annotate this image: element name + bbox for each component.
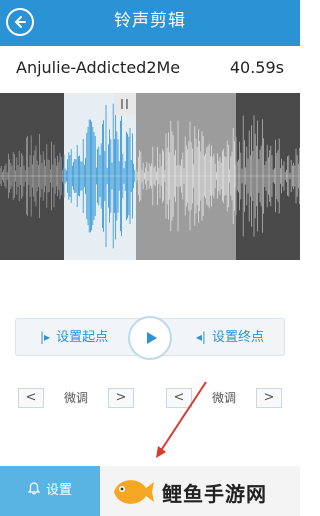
waveform-editor[interactable] bbox=[0, 93, 300, 260]
set-start-button[interactable]: |▸ 设置起点 bbox=[40, 319, 108, 355]
fine-tune-start-prev-button[interactable]: < bbox=[18, 388, 44, 408]
bell-icon bbox=[27, 466, 41, 516]
set-start-icon: |▸ bbox=[40, 330, 51, 344]
waveform bbox=[0, 93, 300, 260]
fish-logo-icon bbox=[114, 480, 154, 504]
settings-button[interactable]: 设置 bbox=[0, 466, 100, 516]
page-title: 铃声剪辑 bbox=[114, 11, 186, 31]
set-start-label: 设置起点 bbox=[56, 330, 109, 345]
song-info-row: Anjulie-Addicted2Me 40.59s bbox=[0, 46, 300, 93]
settings-label: 设置 bbox=[45, 483, 72, 498]
bottom-bar: 设置 鲤鱼手游网 bbox=[0, 466, 300, 516]
watermark-text: 鲤鱼手游网 bbox=[162, 482, 267, 506]
set-end-icon: ◂| bbox=[195, 330, 206, 344]
fine-tune-end-prev-button[interactable]: < bbox=[166, 388, 192, 408]
set-end-button[interactable]: ◂| 设置终点 bbox=[196, 319, 264, 355]
play-button[interactable] bbox=[128, 316, 172, 360]
set-end-label: 设置终点 bbox=[211, 330, 264, 345]
fine-tune-start-label: 微调 bbox=[63, 391, 88, 405]
song-name: Anjulie-Addicted2Me bbox=[16, 58, 181, 77]
song-duration: 40.59s bbox=[229, 58, 284, 77]
fine-tune-end-next-button[interactable]: > bbox=[256, 388, 282, 408]
fine-tune-end-label: 微调 bbox=[211, 391, 236, 405]
watermark: 鲤鱼手游网 bbox=[108, 470, 298, 514]
play-icon bbox=[147, 332, 157, 344]
end-handle[interactable] bbox=[114, 93, 136, 115]
app-header: 铃声剪辑 bbox=[0, 0, 300, 46]
fine-tune-end: < 微调 > bbox=[166, 388, 282, 408]
fine-tune-start-next-button[interactable]: > bbox=[108, 388, 134, 408]
fine-tune-start: < 微调 > bbox=[18, 388, 134, 408]
